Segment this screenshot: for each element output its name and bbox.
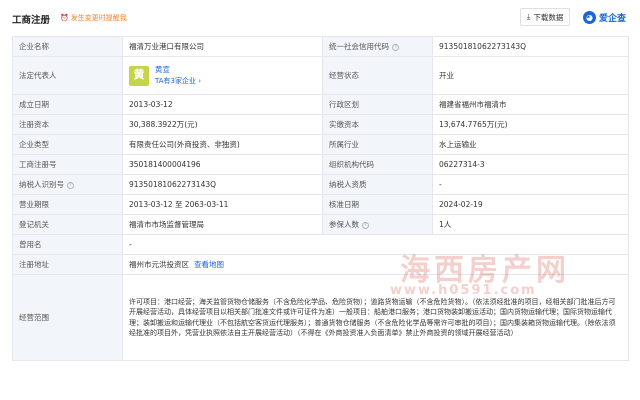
business-scope-value: 许可项目：港口经营；海关监管货物仓储服务（不含危险化学品、危险货物）；道路货物运… xyxy=(122,274,629,361)
registered-capital-label: 注册资本 xyxy=(12,114,123,135)
registered-capital-value: 30,388.3922万(元) xyxy=(122,114,323,135)
download-data-button[interactable]: ⤓ 下载数据 xyxy=(520,8,571,26)
table-row: 经营范围 许可项目：港口经营；海关监管货物仓储服务（不含危险化学品、危险货物）；… xyxy=(12,274,629,361)
insured-count-value: 1人 xyxy=(432,214,629,235)
registered-address-value: 福州市元洪投资区 xyxy=(129,259,189,269)
admin-region-label: 行政区划 xyxy=(322,94,433,115)
table-row: 企业类型 有限责任公司(外商投资、非独资) 所属行业 水上运输业 xyxy=(12,134,629,155)
section-header: 工商注册 ⏰ 发生变更时提醒我 ⤓ 下载数据 ◕ 爱企查 xyxy=(0,0,640,36)
taxpayer-qualification-value: - xyxy=(432,174,629,195)
table-row: 注册资本 30,388.3922万(元) 实缴资本 13,674.7765万(元… xyxy=(12,114,629,135)
former-name-value: - xyxy=(122,234,629,255)
registration-authority-value: 福清市市场监督管理局 xyxy=(122,214,323,235)
table-row: 纳税人识别号? 91350181062273143Q 纳税人资质 - xyxy=(12,174,629,195)
industry-value: 水上运输业 xyxy=(432,134,629,155)
table-row: 法定代表人 黄 黄宣 TA有3家企业 › 经营状态 开业 xyxy=(12,56,629,95)
taxpayer-qualification-label: 纳税人资质 xyxy=(322,174,433,195)
registered-address-cell: 福州市元洪投资区 查看地图 xyxy=(122,254,629,275)
credit-code-label: 统一社会信用代码 xyxy=(329,41,389,51)
company-name-label: 企业名称 xyxy=(12,36,123,57)
credit-code-label-cell: 统一社会信用代码? xyxy=(322,36,433,57)
help-icon[interactable]: ? xyxy=(362,221,369,229)
registration-number-label: 工商注册号 xyxy=(12,154,123,175)
paid-capital-label: 实缴资本 xyxy=(322,114,433,135)
table-row: 成立日期 2013-03-12 行政区划 福建省福州市福清市 xyxy=(12,94,629,115)
business-status-label: 经营状态 xyxy=(322,56,433,95)
org-code-value: 06227314-3 xyxy=(432,154,629,175)
table-row: 登记机关 福清市市场监督管理局 参保人数? 1人 xyxy=(12,214,629,235)
founded-date-label: 成立日期 xyxy=(12,94,123,115)
brand-name: 爱企查 xyxy=(599,13,627,24)
registered-address-label: 注册地址 xyxy=(12,254,123,275)
help-icon[interactable]: ? xyxy=(392,43,399,51)
legal-rep-name[interactable]: 黄宣 xyxy=(155,64,201,75)
legal-rep-cell: 黄 黄宣 TA有3家企业 › xyxy=(122,56,323,95)
paid-capital-value: 13,674.7765万(元) xyxy=(432,114,629,135)
section-title: 工商注册 xyxy=(12,15,51,26)
registration-authority-label: 登记机关 xyxy=(12,214,123,235)
legal-rep-companies-link[interactable]: TA有3家企业 › xyxy=(155,76,201,87)
company-type-value: 有限责任公司(外商投资、非独资) xyxy=(122,134,323,155)
table-row: 注册地址 福州市元洪投资区 查看地图 xyxy=(12,254,629,275)
change-alert-link[interactable]: ⏰ 发生变更时提醒我 xyxy=(60,13,127,23)
credit-code-value: 91350181062273143Q xyxy=(432,36,629,57)
business-term-value: 2013-03-12 至 2063-03-11 xyxy=(122,194,323,215)
table-row: 曾用名 - xyxy=(12,234,629,255)
registration-table: 企业名称 福清万业港口有限公司 统一社会信用代码? 91350181062273… xyxy=(12,36,629,361)
table-row: 企业名称 福清万业港口有限公司 统一社会信用代码? 91350181062273… xyxy=(12,36,629,57)
business-scope-label: 经营范围 xyxy=(12,274,123,361)
registration-number-value: 350181400004196 xyxy=(122,154,323,175)
founded-date-value: 2013-03-12 xyxy=(122,94,323,115)
download-icon: ⤓ xyxy=(527,12,531,21)
change-alert-label: 发生变更时提醒我 xyxy=(70,14,127,22)
brand-mark-icon: ◕ xyxy=(583,10,596,24)
business-status-value: 开业 xyxy=(432,56,629,95)
legal-rep-label: 法定代表人 xyxy=(12,56,123,95)
industry-label: 所属行业 xyxy=(322,134,433,155)
insured-count-label-cell: 参保人数? xyxy=(322,214,433,235)
taxpayer-id-value: 91350181062273143Q xyxy=(122,174,323,195)
admin-region-value: 福建省福州市福清市 xyxy=(432,94,629,115)
table-row: 工商注册号 350181400004196 组织机构代码 06227314-3 xyxy=(12,154,629,175)
download-label: 下载数据 xyxy=(533,12,564,22)
taxpayer-id-label-cell: 纳税人识别号? xyxy=(12,174,123,195)
insured-count-label: 参保人数 xyxy=(329,219,359,229)
avatar[interactable]: 黄 xyxy=(129,65,149,86)
taxpayer-id-label: 纳税人识别号 xyxy=(19,179,64,189)
help-icon[interactable]: ? xyxy=(67,181,74,189)
bell-icon: ⏰ xyxy=(60,14,69,22)
org-code-label: 组织机构代码 xyxy=(322,154,433,175)
former-name-label: 曾用名 xyxy=(12,234,123,255)
business-term-label: 营业期限 xyxy=(12,194,123,215)
table-row: 营业期限 2013-03-12 至 2063-03-11 核准日期 2024-0… xyxy=(12,194,629,215)
view-map-link[interactable]: 查看地图 xyxy=(194,260,224,269)
approval-date-label: 核准日期 xyxy=(322,194,433,215)
brand-logo[interactable]: ◕ 爱企查 xyxy=(583,8,626,26)
company-name-value: 福清万业港口有限公司 xyxy=(122,36,323,57)
company-type-label: 企业类型 xyxy=(12,134,123,155)
approval-date-value: 2024-02-19 xyxy=(432,194,629,215)
